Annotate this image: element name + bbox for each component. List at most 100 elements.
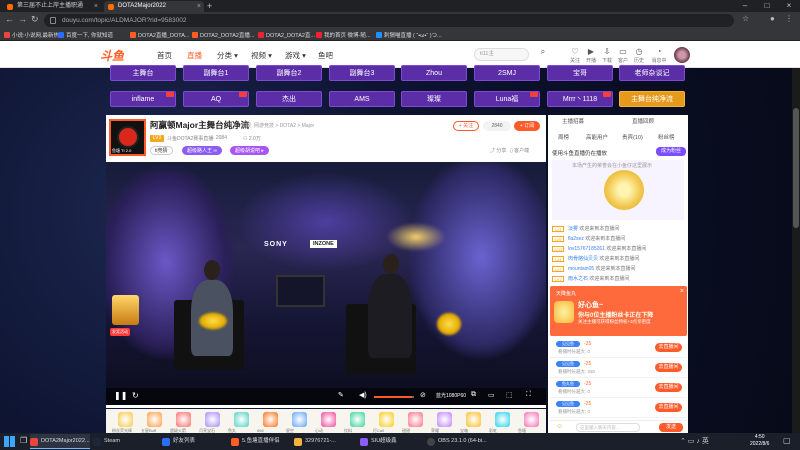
nav-games[interactable]: 游戏 ▾ bbox=[285, 50, 306, 61]
download-icon[interactable]: ⇩ 下载 bbox=[600, 46, 614, 64]
cast-icon[interactable]: ▭ bbox=[488, 391, 495, 399]
close-tab-icon[interactable]: × bbox=[94, 1, 98, 12]
profile-icon[interactable]: ● bbox=[770, 14, 775, 23]
stream-button[interactable]: 璨璨 bbox=[401, 91, 467, 107]
stream-button[interactable]: Luna福 bbox=[474, 91, 540, 107]
client-button[interactable]: ▯ 客户端 bbox=[510, 147, 529, 154]
room-tag[interactable]: 超级路人王 ∞ bbox=[182, 146, 222, 155]
bookmark[interactable]: 百度一下, 你就知道 bbox=[58, 31, 113, 39]
tab-high-energy[interactable]: 高能用户 bbox=[586, 133, 608, 141]
bookmark[interactable]: DOTA2_DOTA2直播... bbox=[192, 31, 255, 39]
tab-fans[interactable]: 粉丝榜 bbox=[658, 133, 675, 141]
volume-icon[interactable]: ◀) bbox=[359, 391, 367, 399]
nav-video[interactable]: 视频 ▾ bbox=[251, 50, 272, 61]
browser-tab[interactable]: 第三届不止上岸主播职通 × bbox=[3, 1, 101, 12]
report-link[interactable]: 举报 bbox=[241, 122, 251, 129]
quality-selector[interactable]: 蓝光1080P60 bbox=[436, 392, 466, 399]
chat-username[interactable]: 雨水之石 bbox=[568, 276, 588, 282]
stream-button[interactable]: 主舞台 bbox=[110, 65, 176, 81]
bookmark[interactable]: DOTA2直播_DOTA... bbox=[130, 31, 189, 39]
taskbar-app[interactable]: DOTA2Major2022... bbox=[30, 434, 90, 449]
bookmark[interactable]: DOTA2_DOTA2直... bbox=[258, 31, 315, 39]
gift-icon[interactable] bbox=[263, 412, 278, 427]
nav-live[interactable]: 直播 bbox=[187, 50, 202, 61]
fullscreen-icon[interactable]: ⛶ bbox=[526, 391, 531, 399]
gift-icon[interactable] bbox=[176, 412, 191, 427]
gift-icon[interactable] bbox=[234, 412, 249, 427]
chat-username[interactable]: lov15767185261 bbox=[568, 246, 605, 252]
gift-icon[interactable] bbox=[118, 412, 133, 427]
menu-icon[interactable]: ⋮ bbox=[785, 14, 793, 23]
page-scrollbar[interactable] bbox=[792, 68, 800, 433]
tab-weekly[interactable]: 周榜 bbox=[558, 133, 569, 141]
stream-button[interactable]: 宝哥 bbox=[547, 65, 613, 81]
douyu-logo[interactable]: 斗鱼 bbox=[100, 47, 124, 64]
go-live-room-button[interactable]: 去直播间 bbox=[655, 403, 682, 412]
stream-button[interactable]: 副舞台3 bbox=[329, 65, 395, 81]
task-view-icon[interactable]: ❐ bbox=[20, 436, 27, 445]
edit-icon[interactable]: ✎ bbox=[338, 391, 344, 399]
breadcrumb[interactable]: 网游竞技 > DOTA2 > Major bbox=[254, 122, 314, 129]
stream-button[interactable]: 副舞台1 bbox=[183, 65, 249, 81]
nav-category[interactable]: 分类 ▾ bbox=[217, 50, 238, 61]
minimize-icon[interactable]: – bbox=[734, 0, 756, 12]
send-button[interactable]: 发送 bbox=[659, 423, 683, 432]
reload-icon[interactable]: ↻ bbox=[31, 14, 39, 25]
chat-username[interactable]: mountain05 bbox=[568, 266, 594, 272]
chat-username[interactable]: 淡雾 bbox=[568, 226, 578, 232]
danmaku-toggle-icon[interactable]: ⊘ bbox=[420, 391, 426, 399]
bookmark[interactable]: 我的首页 微博-随... bbox=[316, 31, 370, 39]
nav-home[interactable]: 首页 bbox=[157, 50, 172, 61]
anchor-avatar[interactable]: 鱼塘 TI 2.0 bbox=[109, 119, 146, 156]
gift-icon[interactable] bbox=[466, 412, 481, 427]
pause-icon[interactable]: ❚❚ bbox=[114, 391, 127, 400]
widescreen-icon[interactable]: ⬚ bbox=[506, 391, 513, 399]
bookmark[interactable]: 刺猬喵直播 ( ˘•ω•˘ )つ... bbox=[376, 31, 442, 39]
search-input[interactable]: ti11主 bbox=[474, 48, 529, 61]
maximize-icon[interactable]: □ bbox=[756, 0, 778, 12]
tab-vip[interactable]: 贵宾(10) bbox=[622, 133, 643, 141]
tab-replay[interactable]: 直播回顾 bbox=[632, 117, 654, 127]
subscribe-button[interactable]: + 订阅 bbox=[514, 121, 540, 131]
gift-icon[interactable] bbox=[379, 412, 394, 427]
gift-icon[interactable] bbox=[205, 412, 220, 427]
gift-icon[interactable] bbox=[437, 412, 452, 427]
stream-button[interactable]: 2SMJ bbox=[474, 65, 540, 81]
user-avatar[interactable] bbox=[674, 47, 690, 63]
stream-button[interactable]: inflame bbox=[110, 91, 176, 107]
chat-username[interactable]: 肉骨骼仙贝贝 bbox=[568, 256, 598, 262]
chat-input[interactable]: 这里输入聊天内容... bbox=[576, 423, 640, 432]
refresh-icon[interactable]: ↻ bbox=[132, 391, 139, 400]
gift-icon[interactable] bbox=[350, 412, 365, 427]
close-icon[interactable]: × bbox=[680, 288, 684, 295]
search-icon[interactable]: ⌕ bbox=[536, 46, 550, 57]
go-live-room-button[interactable]: 去直播间 bbox=[655, 343, 682, 352]
volume-slider[interactable] bbox=[374, 396, 414, 398]
stream-button[interactable]: AMS bbox=[329, 91, 395, 107]
room-tag[interactable]: ti竞猜 bbox=[150, 146, 173, 155]
follow-heart-icon[interactable]: ♡ 关注 bbox=[568, 46, 582, 64]
stream-button[interactable]: Mrrr丶1118 bbox=[547, 91, 613, 107]
share-button[interactable]: ⤴ 分享 bbox=[490, 147, 506, 154]
picture-in-picture-icon[interactable]: ⧉ bbox=[471, 391, 476, 399]
go-live-room-button[interactable]: 去直播间 bbox=[655, 363, 682, 372]
stream-button[interactable]: 老师杂谈记 bbox=[619, 65, 685, 81]
stream-button[interactable]: 副舞台2 bbox=[256, 65, 322, 81]
forward-icon[interactable]: → bbox=[18, 14, 27, 24]
new-tab-button[interactable]: + bbox=[207, 1, 212, 11]
url-input[interactable]: douyu.com/topic/ALDMAJOR?rid=9583002 bbox=[44, 14, 734, 27]
notification-icon[interactable]: ▢ bbox=[783, 436, 791, 445]
star-icon[interactable]: ☆ bbox=[742, 14, 749, 23]
become-fan-button[interactable]: 成为粉丝 bbox=[656, 147, 686, 156]
bookmark[interactable]: 小说:小说网,最新热... bbox=[4, 31, 64, 39]
stream-button[interactable]: 杰出 bbox=[256, 91, 322, 107]
close-window-icon[interactable]: × bbox=[778, 0, 800, 12]
gift-icon[interactable] bbox=[524, 412, 539, 427]
taskbar-app[interactable]: 好友列表 bbox=[162, 434, 230, 449]
stream-button-selected[interactable]: 主舞台纯净流 bbox=[619, 91, 685, 107]
back-icon[interactable]: ← bbox=[5, 14, 14, 24]
taskbar-app[interactable]: 32976721-... bbox=[294, 434, 356, 449]
emoji-icon[interactable]: ☺ bbox=[556, 423, 563, 430]
anchor-name[interactable]: 斗鱼DOTA2赛事直播 bbox=[167, 135, 213, 142]
scroll-thumb[interactable] bbox=[793, 108, 799, 228]
